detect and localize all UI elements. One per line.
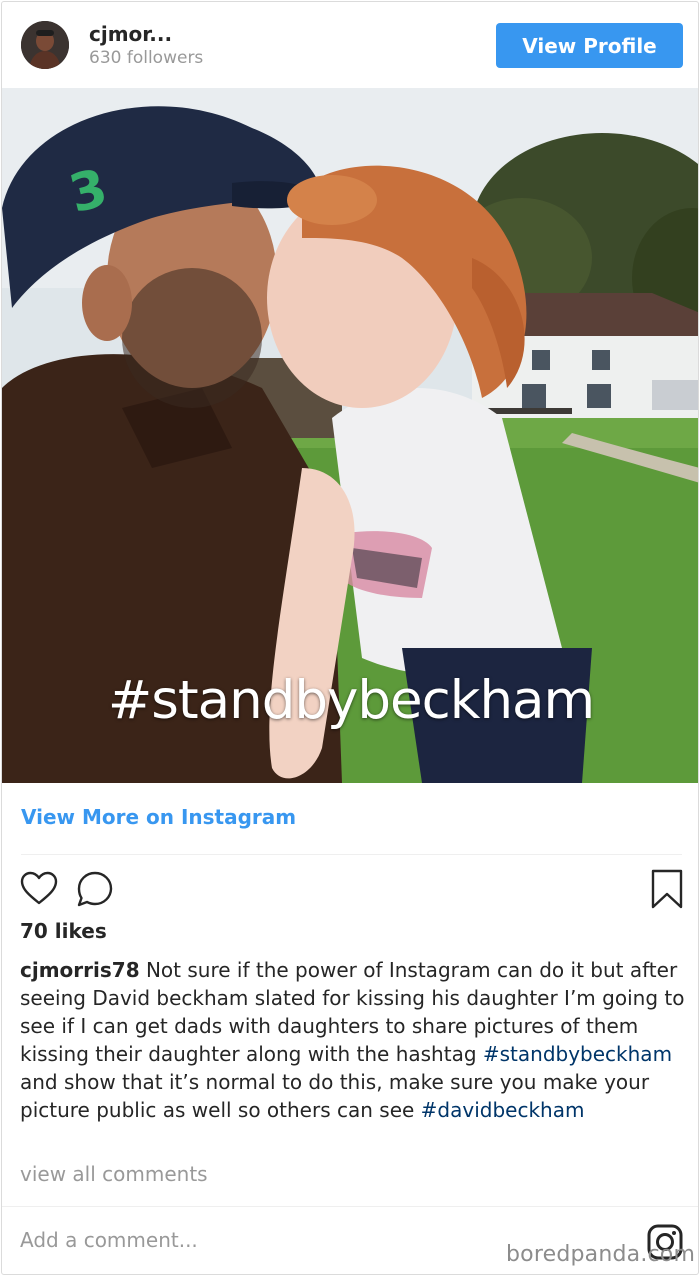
divider: [21, 854, 682, 855]
photo-hashtag-overlay: #standbybeckham: [107, 670, 595, 731]
follower-count: 630 followers: [89, 48, 204, 68]
avatar-image: [21, 21, 69, 69]
add-comment-input[interactable]: Add a comment...: [20, 1228, 198, 1252]
post-photo[interactable]: 3 #standbybeckham: [2, 88, 698, 783]
username[interactable]: cjmor...: [89, 22, 172, 46]
bookmark-icon[interactable]: [649, 868, 685, 910]
view-more-link[interactable]: View More on Instagram: [21, 805, 296, 829]
view-all-comments-link[interactable]: view all comments: [20, 1162, 208, 1186]
comment-icon[interactable]: [75, 869, 115, 909]
divider: [2, 1206, 698, 1207]
hashtag-link[interactable]: #standbybeckham: [483, 1042, 672, 1066]
hashtag-link[interactable]: #davidbeckham: [421, 1098, 585, 1122]
avatar[interactable]: [21, 21, 69, 69]
watermark: boredpanda.com: [506, 1242, 696, 1267]
heart-icon[interactable]: [19, 869, 59, 909]
post-header: cjmor... 630 followers View Profile: [2, 2, 698, 88]
post-caption: cjmorris78 Not sure if the power of Inst…: [20, 956, 685, 1124]
view-profile-button[interactable]: View Profile: [496, 23, 683, 68]
instagram-embed-card: cjmor... 630 followers View Profile 3 #s…: [1, 1, 699, 1275]
caption-username[interactable]: cjmorris78: [20, 958, 140, 982]
like-count[interactable]: 70 likes: [20, 919, 107, 943]
